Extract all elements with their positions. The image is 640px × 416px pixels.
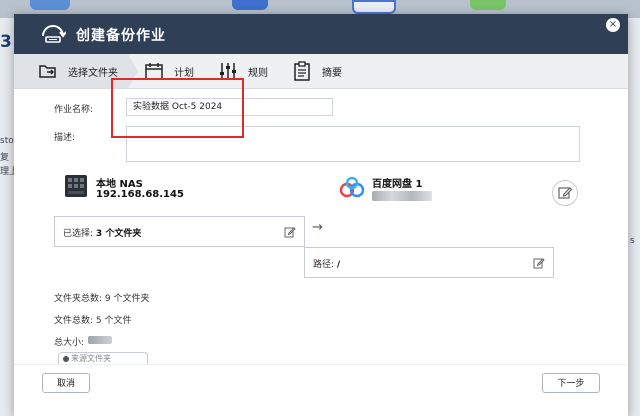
redacted-account-text [372,191,432,201]
background-app-tile [352,0,396,14]
selected-folders-box[interactable]: 已选择: 3 个文件夹 [54,216,305,247]
job-name-label: 作业名称: [54,105,94,115]
destination-name: 百度网盘 1 [372,179,423,190]
file-total-value: 5 个文件 [95,316,132,326]
folder-total-value: 9 个文件夹 [104,294,150,304]
dialog-titlebar: 创建备份作业 × [14,14,628,54]
background-number: 3 [0,32,12,52]
source-device-name: 本地 NAS [96,179,143,190]
background-text: sto [0,136,14,146]
folder-total-label: 文件夹总数: [54,294,103,304]
info-icon [63,356,69,362]
edit-icon[interactable] [284,226,296,238]
edit-icon[interactable] [533,257,545,269]
source-folder-button[interactable]: 来源文件夹 [58,352,148,364]
nas-icon [65,175,87,197]
step-label: 计划 [174,67,194,79]
background-text: s [630,236,635,246]
background-text: 复 [0,153,10,163]
folder-transfer-icon [39,65,56,78]
baidu-cloud-icon [339,176,365,198]
highlight-annotation-box [111,78,244,138]
step-summary[interactable]: 摘要 [292,54,342,88]
close-button[interactable]: × [606,18,620,32]
edit-icon [558,187,573,199]
step-label: 摘要 [322,67,342,79]
background-app-tile [232,0,268,10]
step-label: 规则 [248,67,268,79]
background-right-panel: s [628,18,640,416]
edit-destination-button[interactable] [552,180,578,206]
clipboard-icon [294,61,310,81]
destination-path-box[interactable]: 路径: / [304,247,554,278]
file-total-label: 文件总数: [54,316,94,326]
path-value: / [336,260,341,270]
wizard-steps: 选择文件夹 计划 规则 摘要 [14,54,628,89]
background-app-tile [30,0,70,10]
selected-label: 已选择: [63,229,94,239]
redacted-size-value [88,336,112,344]
cancel-button[interactable]: 取消 [42,373,90,393]
selected-count: 3 个文件夹 [95,229,142,239]
path-label: 路径: [313,260,335,270]
dialog-title: 创建备份作业 [76,28,166,44]
create-backup-job-dialog: 创建备份作业 × 选择文件夹 计划 规则 摘要 作业名称: 实验数据 Oct-5… [14,14,628,416]
close-icon: × [608,19,618,30]
step-label: 选择文件夹 [68,67,118,79]
description-label: 描述: [54,133,76,143]
backup-sync-icon [42,25,66,43]
transfer-arrow-icon: → [312,220,323,235]
next-button[interactable]: 下一步 [542,373,600,393]
source-folder-button-label: 来源文件夹 [71,354,111,363]
total-size-label: 总大小: [54,338,85,348]
background-app-tile [470,0,506,10]
footer-divider [14,364,628,365]
source-device-ip: 192.168.68.145 [96,189,184,200]
